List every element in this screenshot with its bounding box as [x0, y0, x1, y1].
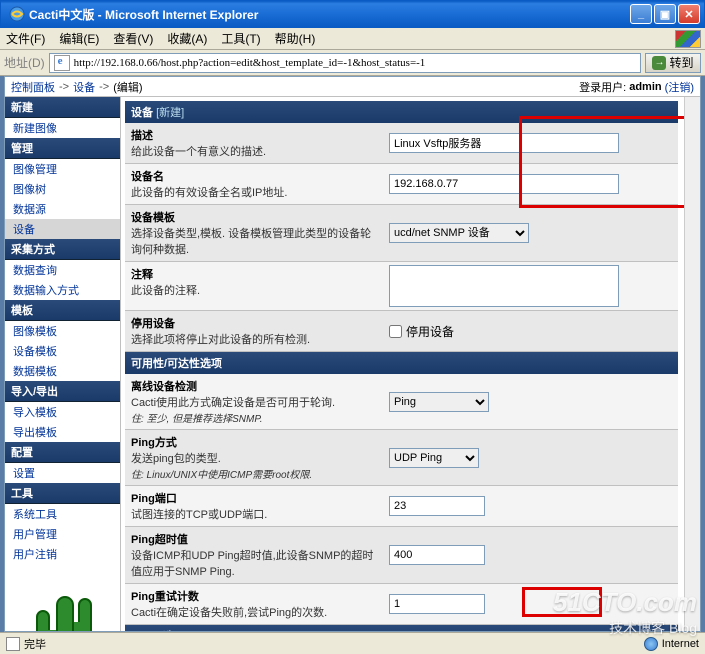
menu-favorites[interactable]: 收藏(A) — [167, 30, 207, 47]
sidebar-item-settings[interactable]: 设置 — [5, 463, 120, 483]
sidebar-item-new-graph[interactable]: 新建图像 — [5, 118, 120, 138]
ping-timeout-label: Ping超时值 — [131, 531, 379, 547]
ping-timeout-input[interactable] — [389, 545, 485, 565]
sidebar-section-managesec: 管理 — [5, 138, 120, 159]
host-template-select[interactable]: ucd/net SNMP 设备 — [389, 223, 529, 243]
document-icon — [6, 637, 20, 651]
crumb-edit: (编辑) — [113, 79, 142, 95]
sidebar-item-export-tpl[interactable]: 导出模板 — [5, 422, 120, 442]
url-text: http://192.168.0.66/host.php?action=edit… — [74, 57, 426, 69]
ping-retries-input[interactable] — [389, 594, 485, 614]
sidebar-section-cfgsec: 配置 — [5, 442, 120, 463]
template-label: 设备模板 — [131, 209, 379, 225]
close-button[interactable]: ✕ — [678, 4, 700, 24]
sidebar-item-data-tpl[interactable]: 数据模板 — [5, 361, 120, 381]
sidebar-item-data-input[interactable]: 数据输入方式 — [5, 280, 120, 300]
menu-file[interactable]: 文件(F) — [6, 30, 45, 47]
ping-method-select[interactable]: UDP Ping — [389, 448, 479, 468]
login-label: 登录用户: — [579, 79, 626, 95]
windows-flag-icon — [675, 30, 701, 48]
downed-label: 离线设备检测 — [131, 378, 379, 394]
notes-label: 注释 — [131, 266, 379, 282]
sidebar-section-iosec: 导入/导出 — [5, 381, 120, 402]
menu-help[interactable]: 帮助(H) — [275, 30, 316, 47]
availability-method-select[interactable]: Ping — [389, 392, 489, 412]
new-device-link[interactable]: [新建] — [156, 107, 184, 119]
sidebar-item-data-src[interactable]: 数据源 — [5, 199, 120, 219]
ie-icon — [9, 6, 25, 22]
sidebar-item-graph-tpl[interactable]: 图像模板 — [5, 321, 120, 341]
page-content: 控制面板 -> 设备 -> (编辑) 登录用户: admin (注销) 新建新建… — [4, 76, 701, 632]
notes-textarea[interactable] — [389, 265, 619, 307]
hostname-label: 设备名 — [131, 168, 379, 184]
cactus-logo — [28, 576, 98, 631]
sidebar-section-tplsec: 模板 — [5, 300, 120, 321]
crumb-devices[interactable]: 设备 — [73, 79, 95, 95]
sidebar-item-graph-mgmt[interactable]: 图像管理 — [5, 159, 120, 179]
login-user: admin — [629, 81, 661, 93]
disable-label: 停用设备 — [131, 315, 379, 331]
sidebar-item-graph-tree[interactable]: 图像树 — [5, 179, 120, 199]
sidebar-item-sys-util[interactable]: 系统工具 — [5, 504, 120, 524]
hostname-input[interactable] — [389, 174, 619, 194]
menu-bar: 文件(F) 编辑(E) 查看(V) 收藏(A) 工具(T) 帮助(H) — [0, 28, 705, 50]
section-device: 设备 [新建] — [125, 101, 678, 123]
globe-icon — [644, 637, 658, 651]
window-titlebar: Cacti中文版 - Microsoft Internet Explorer _… — [0, 0, 705, 28]
page-icon — [54, 55, 70, 71]
sidebar-item-devices[interactable]: 设备 — [5, 219, 120, 239]
disable-checkbox[interactable] — [389, 325, 402, 338]
menu-view[interactable]: 查看(V) — [113, 30, 153, 47]
menu-edit[interactable]: 编辑(E) — [59, 30, 99, 47]
sidebar-item-data-query[interactable]: 数据查询 — [5, 260, 120, 280]
status-bar: 完毕 Internet — [0, 632, 705, 654]
status-text: 完毕 — [24, 636, 46, 652]
breadcrumb: 控制面板 -> 设备 -> (编辑) 登录用户: admin (注销) — [5, 77, 700, 97]
section-snmp: SNMP选项 — [125, 625, 678, 631]
section-availability: 可用性/可达性选项 — [125, 352, 678, 374]
go-button[interactable]: → 转到 — [645, 53, 701, 73]
address-bar: 地址(D) http://192.168.0.66/host.php?actio… — [0, 50, 705, 76]
sidebar-section-collectsec: 采集方式 — [5, 239, 120, 260]
window-title: Cacti中文版 - Microsoft Internet Explorer — [29, 6, 630, 23]
zone-text: Internet — [662, 638, 699, 650]
sidebar-section-toolsec: 工具 — [5, 483, 120, 504]
description-input[interactable] — [389, 133, 619, 153]
address-label: 地址(D) — [4, 54, 45, 71]
sidebar-item-host-tpl[interactable]: 设备模板 — [5, 341, 120, 361]
main-panel: 设备 [新建] 描述给此设备一个有意义的描述. 设备名此设备的有效设备全名或IP… — [121, 97, 684, 631]
ping-port-label: Ping端口 — [131, 490, 379, 506]
desc-label: 描述 — [131, 127, 379, 143]
go-label: 转到 — [669, 54, 693, 71]
sidebar-item-import-tpl[interactable]: 导入模板 — [5, 402, 120, 422]
minimize-button[interactable]: _ — [630, 4, 652, 24]
maximize-button[interactable]: ▣ — [654, 4, 676, 24]
ping-port-input[interactable] — [389, 496, 485, 516]
sidebar-item-user-mgmt[interactable]: 用户管理 — [5, 524, 120, 544]
sidebar: 新建新建图像管理图像管理图像树数据源设备采集方式数据查询数据输入方式模板图像模板… — [5, 97, 121, 631]
sidebar-item-user-logout[interactable]: 用户注销 — [5, 544, 120, 564]
crumb-console[interactable]: 控制面板 — [11, 79, 55, 95]
menu-tools[interactable]: 工具(T) — [221, 30, 260, 47]
logout-link[interactable]: (注销) — [665, 79, 694, 95]
sidebar-section-newsec: 新建 — [5, 97, 120, 118]
ping-retry-label: Ping重试计数 — [131, 588, 379, 604]
url-box[interactable]: http://192.168.0.66/host.php?action=edit… — [49, 53, 641, 73]
vertical-scrollbar[interactable] — [684, 97, 700, 631]
go-arrow-icon: → — [652, 56, 666, 70]
ping-method-label: Ping方式 — [131, 434, 379, 450]
